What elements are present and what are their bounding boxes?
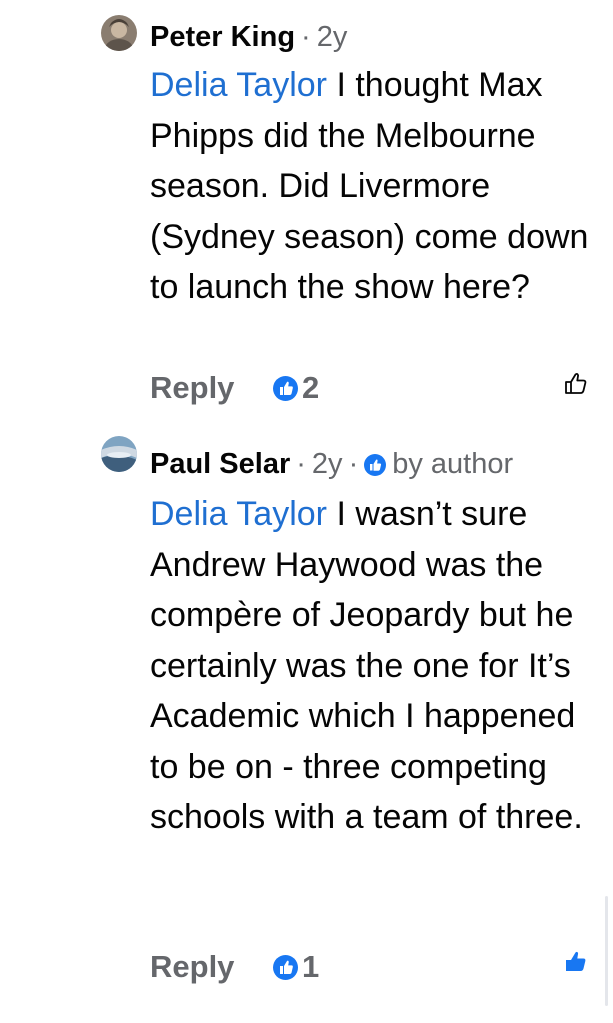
comment-header: Peter King · 2y [150, 19, 347, 55]
separator: · [296, 448, 306, 480]
liked-button-icon[interactable] [563, 948, 589, 974]
comment-header: Paul Selar · 2y · by author [150, 446, 513, 482]
mention-link[interactable]: Delia Taylor [150, 66, 327, 104]
comment-actions: Reply 1 [150, 947, 319, 987]
comment-text: I wasn’t sure Andrew Haywood was the com… [150, 495, 583, 836]
reply-button[interactable]: Reply [150, 949, 234, 984]
author-badge-label: by author [392, 448, 514, 480]
reply-button[interactable]: Reply [150, 370, 234, 405]
like-reaction-icon [273, 375, 298, 401]
comment-actions: Reply 2 [150, 368, 319, 408]
like-reaction-icon [273, 954, 298, 980]
like-button-icon[interactable] [563, 370, 589, 396]
comment-age[interactable]: 2y [312, 448, 343, 480]
comment-age[interactable]: 2y [317, 21, 348, 53]
avatar[interactable] [101, 15, 137, 51]
comment-body: Delia Taylor I wasn’t sure Andrew Haywoo… [150, 489, 600, 843]
reaction-count: 2 [302, 370, 320, 405]
author-badge-icon [364, 454, 387, 476]
avatar[interactable] [101, 436, 137, 472]
separator: · [348, 448, 359, 480]
separator: · [301, 21, 311, 53]
mention-link[interactable]: Delia Taylor [150, 495, 327, 533]
comment-thread: Peter King · 2y Delia Taylor I thought Max… [0, 0, 613, 1023]
author-name[interactable]: Paul Selar [150, 448, 290, 480]
reaction-summary[interactable]: 2 [273, 368, 319, 408]
comment-body: Delia Taylor I thought Max Phipps did th… [150, 60, 600, 313]
author-name[interactable]: Peter King [150, 21, 295, 53]
reaction-count: 1 [302, 949, 320, 984]
scrollbar[interactable] [605, 896, 608, 1006]
reaction-summary[interactable]: 1 [273, 947, 319, 987]
